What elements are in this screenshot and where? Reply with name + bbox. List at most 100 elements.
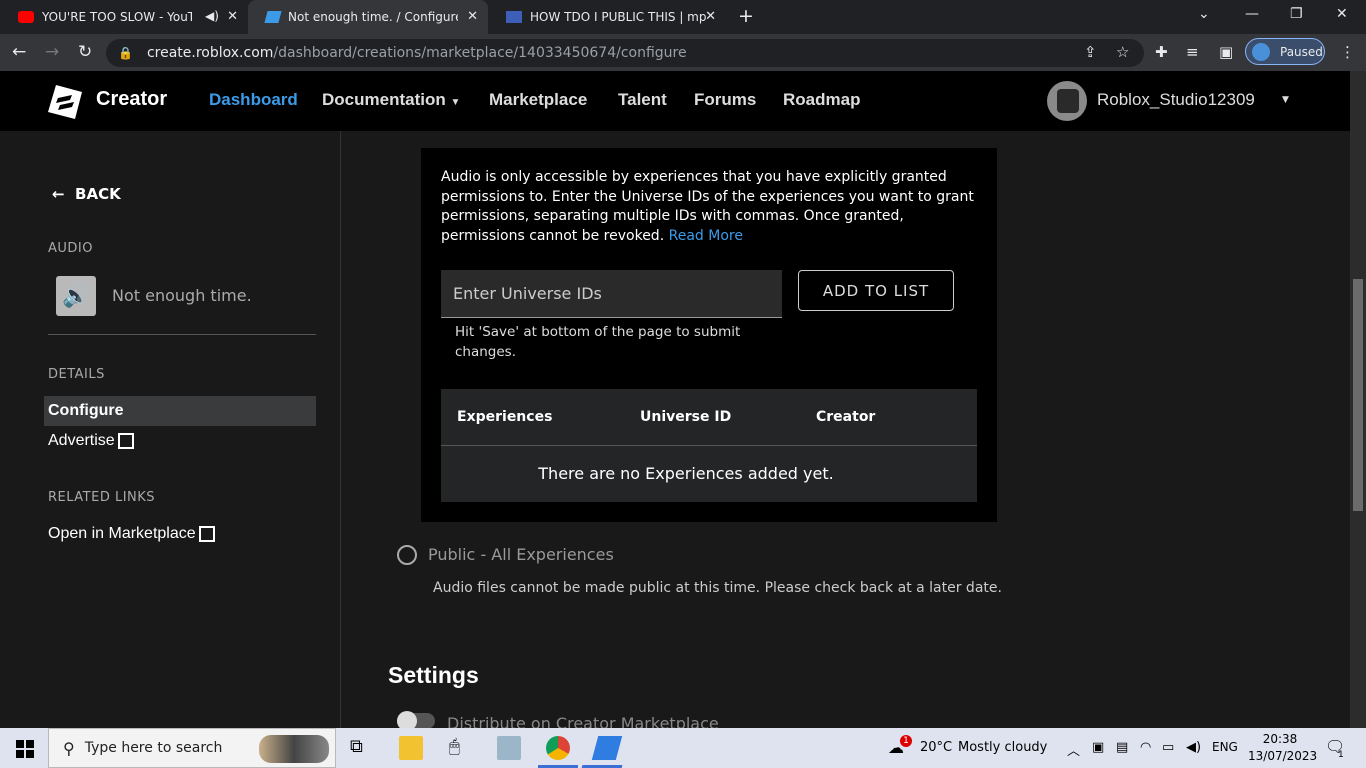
sidebar-item-configure[interactable]: Configure	[44, 396, 316, 426]
external-link-icon	[117, 433, 134, 449]
tab-youtube[interactable]: YOU'RE TOO SLOW - YouTub ◀) ✕	[0, 0, 248, 34]
permissions-panel: Audio is only accessible by experiences …	[421, 148, 997, 522]
universe-id-input[interactable]	[441, 270, 782, 318]
file-explorer-icon[interactable]	[399, 736, 423, 760]
minimize-button[interactable]: —	[1245, 6, 1259, 22]
browser-tab-strip: YOU'RE TOO SLOW - YouTub ◀) ✕ Not enough…	[0, 0, 1366, 34]
close-icon[interactable]: ✕	[227, 9, 238, 24]
clock[interactable]: 20:38 13/07/2023	[1248, 731, 1318, 765]
wifi-icon[interactable]: ◠	[1140, 740, 1151, 755]
lock-icon[interactable]: 🔒	[118, 46, 133, 60]
meet-now-icon[interactable]: ▣	[1092, 740, 1104, 755]
audio-heading: AUDIO	[48, 241, 93, 256]
back-button[interactable]: ← BACK	[52, 185, 121, 203]
close-icon[interactable]: ✕	[705, 9, 716, 24]
sidebar-item-open-marketplace[interactable]: Open in Marketplace	[44, 519, 316, 549]
site-icon	[506, 11, 522, 23]
public-radio-label[interactable]: Public - All Experiences	[428, 545, 614, 564]
tab-title: HOW TDO I PUBLIC THIS | mpp.c	[530, 10, 706, 24]
mouse-app-icon[interactable]: 🖱	[449, 736, 473, 760]
tab-mpp[interactable]: HOW TDO I PUBLIC THIS | mpp.c ✕	[488, 0, 726, 34]
empty-state-text: There are no Experiences added yet.	[538, 464, 834, 483]
column-header-creator: Creator	[816, 409, 876, 425]
new-tab-button[interactable]: +	[738, 5, 754, 27]
scrollbar-thumb[interactable]	[1353, 279, 1363, 511]
experiences-table: Experiences Universe ID Creator There ar…	[441, 389, 977, 502]
sidebar: ← BACK AUDIO 🔊 Not enough time. DETAILS …	[0, 131, 341, 729]
related-links-heading: RELATED LINKS	[48, 490, 156, 505]
back-label: BACK	[75, 185, 121, 203]
speaker-icon[interactable]: ◀)	[205, 9, 219, 23]
side-panel-icon[interactable]: ▣	[1219, 43, 1233, 61]
chrome-icon[interactable]	[538, 736, 578, 768]
back-arrow-icon[interactable]: ←	[12, 42, 26, 62]
sidebar-item-label: Configure	[48, 402, 124, 419]
search-highlight-image	[259, 735, 329, 763]
address-bar[interactable]: 🔒 create.roblox.com/dashboard/creations/…	[106, 39, 1144, 67]
notification-count: 1	[1338, 750, 1344, 760]
date: 13/07/2023	[1248, 749, 1318, 763]
language-indicator[interactable]: ENG	[1212, 740, 1238, 754]
menu-icon[interactable]: ⋮	[1340, 43, 1355, 61]
forward-arrow-icon[interactable]: →	[45, 42, 59, 62]
roblox-studio-icon[interactable]	[591, 736, 623, 760]
nav-roadmap[interactable]: Roadmap	[783, 90, 860, 110]
tab-search-icon[interactable]: ⌄	[1198, 6, 1210, 22]
display-icon[interactable]: ▤	[1116, 740, 1128, 755]
search-placeholder: Type here to search	[84, 740, 223, 756]
sidebar-item-label: Open in Marketplace	[48, 525, 196, 542]
read-more-link[interactable]: Read More	[669, 228, 743, 244]
chevron-up-icon[interactable]: ︿	[1067, 740, 1080, 759]
weather-temp[interactable]: 20°C	[920, 740, 952, 755]
speaker-icon: 🔊	[62, 283, 90, 309]
restore-button[interactable]: ❐	[1290, 6, 1303, 22]
close-window-button[interactable]: ✕	[1336, 6, 1348, 22]
column-header-universe-id: Universe ID	[640, 409, 732, 425]
share-icon[interactable]: ⇪	[1084, 43, 1097, 61]
tab-configure[interactable]: Not enough time. / Configure ✕	[248, 0, 488, 34]
site-header: Creator Dashboard Documentation ▼ Market…	[0, 71, 1350, 131]
media-control-icon[interactable]: ≡	[1186, 43, 1199, 61]
profile-avatar	[1252, 42, 1270, 61]
battery-icon[interactable]: ▭	[1162, 740, 1174, 755]
volume-icon[interactable]: ◀)	[1186, 740, 1201, 755]
user-avatar[interactable]	[1047, 81, 1087, 121]
weather-badge: 1	[900, 735, 912, 747]
time: 20:38	[1262, 732, 1298, 746]
taskbar-search[interactable]: ⚲ Type here to search	[48, 728, 336, 768]
app-icon[interactable]	[497, 736, 521, 760]
nav-marketplace[interactable]: Marketplace	[489, 90, 587, 110]
profile-button[interactable]: Paused	[1245, 38, 1325, 65]
weather-desc[interactable]: Mostly cloudy	[958, 740, 1047, 755]
settings-heading: Settings	[388, 662, 479, 688]
extensions-icon[interactable]: ✚	[1155, 43, 1168, 61]
add-to-list-button[interactable]: ADD TO LIST	[798, 270, 954, 311]
reload-icon[interactable]: ↻	[78, 42, 92, 62]
profile-status: Paused	[1280, 44, 1323, 59]
arrow-left-icon: ←	[52, 185, 65, 203]
nav-documentation[interactable]: Documentation ▼	[322, 90, 460, 110]
caret-down-icon: ▼	[450, 97, 461, 108]
windows-start-icon[interactable]	[16, 740, 34, 758]
nav-dashboard[interactable]: Dashboard	[209, 90, 298, 110]
brand-name[interactable]: Creator	[96, 88, 167, 111]
caret-down-icon[interactable]: ▼	[1282, 95, 1289, 105]
nav-talent[interactable]: Talent	[618, 90, 667, 110]
public-radio[interactable]	[397, 545, 417, 565]
sidebar-item-label: Advertise	[48, 432, 115, 449]
close-icon[interactable]: ✕	[467, 9, 478, 24]
task-view-icon[interactable]: ⧉	[350, 736, 374, 760]
username[interactable]: Roblox_Studio12309	[1097, 90, 1255, 110]
page-scrollbar[interactable]	[1350, 71, 1366, 729]
details-heading: DETAILS	[48, 367, 105, 382]
external-link-icon	[198, 526, 215, 542]
roblox-logo-icon[interactable]	[48, 85, 82, 119]
browser-toolbar: ← → ↻ 🔒 create.roblox.com/dashboard/crea…	[0, 34, 1366, 71]
bookmark-star-icon[interactable]: ☆	[1116, 43, 1129, 61]
sidebar-item-advertise[interactable]: Advertise	[44, 426, 316, 456]
distribute-toggle[interactable]	[397, 711, 435, 731]
nav-forums[interactable]: Forums	[694, 90, 756, 110]
asset-name: Not enough time.	[112, 286, 252, 305]
permissions-intro: Audio is only accessible by experiences …	[441, 168, 981, 246]
url-path: /dashboard/creations/marketplace/1403345…	[273, 45, 687, 61]
